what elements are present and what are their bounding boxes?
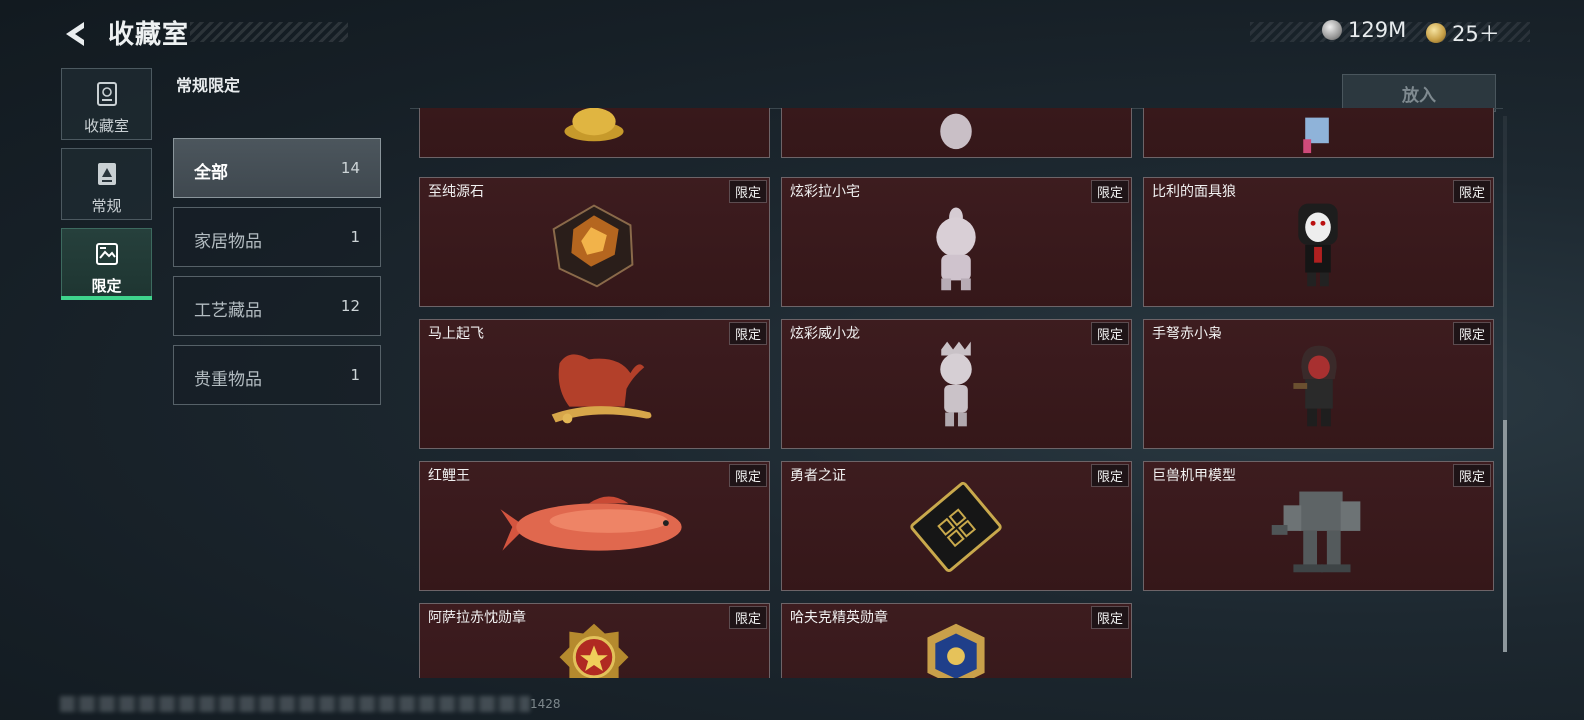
category-crafts[interactable]: 工艺藏品 12	[173, 276, 381, 336]
item-card[interactable]: 马上起飞 限定	[419, 319, 770, 449]
item-name: 阿萨拉赤忱勋章	[428, 610, 526, 626]
category-count: 12	[340, 297, 360, 315]
place-button[interactable]: 放入	[1342, 74, 1496, 112]
item-card[interactable]: 炫彩威小龙 限定	[781, 319, 1132, 449]
document-icon	[98, 163, 116, 185]
item-card[interactable]: 哈夫克精英勋章 限定	[781, 603, 1132, 678]
item-card[interactable]: 手弩赤小枭 限定	[1143, 319, 1494, 449]
category-count: 1	[350, 228, 360, 246]
item-name: 手弩赤小枭	[1152, 326, 1222, 342]
item-name: 马上起飞	[428, 326, 484, 342]
sidebar-item-limited[interactable]: 限定	[61, 228, 152, 300]
title-decoration	[190, 22, 348, 42]
category-name: 家居物品	[194, 232, 262, 252]
item-card[interactable]: 阿萨拉赤忱勋章 限定	[419, 603, 770, 678]
limited-badge: 限定	[728, 606, 767, 629]
item-card[interactable]: 红鲤王 限定	[419, 461, 770, 591]
item-grid[interactable]: 至纯源石 限定 炫彩拉小宅 限定 比利的面具狼 限定 马上起飞 限定 炫彩威小龙…	[410, 108, 1503, 678]
limited-badge: 限定	[1452, 464, 1491, 487]
limited-badge: 限定	[1090, 180, 1129, 203]
item-card-partial[interactable]	[781, 108, 1132, 158]
sidebar-item-label: 收藏室	[83, 117, 129, 135]
currency-silver-value: 129M	[1348, 18, 1407, 42]
sidebar-item-regular[interactable]: 常规	[61, 148, 152, 220]
sidebar-item-collection-room[interactable]: 收藏室	[61, 68, 152, 140]
category-count: 1	[350, 366, 360, 384]
category-count: 14	[340, 159, 360, 177]
limited-badge: 限定	[728, 180, 767, 203]
currency-silver: 129M	[1322, 18, 1406, 42]
back-arrow-icon[interactable]	[60, 18, 92, 50]
golden-statue-icon	[564, 108, 624, 142]
item-card[interactable]: 勇者之证 限定	[781, 461, 1132, 591]
footer-code: 1428	[530, 697, 561, 711]
limited-badge: 限定	[728, 464, 767, 487]
item-name: 炫彩拉小宅	[790, 184, 860, 200]
limited-badge: 限定	[1090, 606, 1129, 629]
sidebar-item-label: 常规	[91, 197, 122, 215]
limited-badge: 限定	[1452, 322, 1491, 345]
currency-gold-value: 25＋	[1452, 22, 1500, 46]
item-card[interactable]: 至纯源石 限定	[419, 177, 770, 307]
item-name: 哈夫克精英勋章	[790, 610, 888, 626]
item-name: 勇者之证	[790, 468, 846, 484]
item-name: 炫彩威小龙	[790, 326, 860, 342]
fish-icon	[500, 496, 682, 551]
footer-blurred-text	[60, 696, 530, 712]
silver-coin-icon	[1322, 20, 1342, 40]
limited-badge: 限定	[728, 322, 767, 345]
limited-badge: 限定	[1452, 180, 1491, 203]
category-all[interactable]: 全部 14	[173, 138, 381, 198]
figure-icon	[1303, 117, 1329, 154]
currency-gold[interactable]: 25＋	[1426, 18, 1500, 48]
category-valuables[interactable]: 贵重物品 1	[173, 345, 381, 405]
limited-badge: 限定	[1090, 322, 1129, 345]
item-card-partial[interactable]	[1143, 108, 1494, 158]
category-home-items[interactable]: 家居物品 1	[173, 207, 381, 267]
top-bar: 收藏室 129M 25＋	[0, 0, 1584, 66]
item-card-partial[interactable]	[419, 108, 770, 158]
item-name: 比利的面具狼	[1152, 184, 1236, 200]
scrollbar-thumb[interactable]	[1503, 420, 1507, 652]
item-card[interactable]: 炫彩拉小宅 限定	[781, 177, 1132, 307]
category-name: 全部	[194, 163, 228, 183]
sidebar-item-label: 限定	[91, 277, 122, 295]
item-name: 至纯源石	[428, 184, 484, 200]
page-title: 收藏室	[108, 20, 190, 50]
trash-bin-icon	[97, 82, 117, 106]
category-name: 贵重物品	[194, 370, 262, 390]
item-name: 红鲤王	[428, 468, 470, 484]
item-card[interactable]: 巨兽机甲模型 限定	[1143, 461, 1494, 591]
limited-badge: 限定	[1090, 464, 1129, 487]
gold-coin-icon	[1426, 23, 1446, 43]
doll-icon	[940, 113, 972, 150]
image-icon	[96, 243, 118, 265]
item-name: 巨兽机甲模型	[1152, 468, 1236, 484]
category-name: 工艺藏品	[194, 301, 262, 321]
item-card[interactable]: 比利的面具狼 限定	[1143, 177, 1494, 307]
section-title: 常规限定	[176, 76, 241, 95]
